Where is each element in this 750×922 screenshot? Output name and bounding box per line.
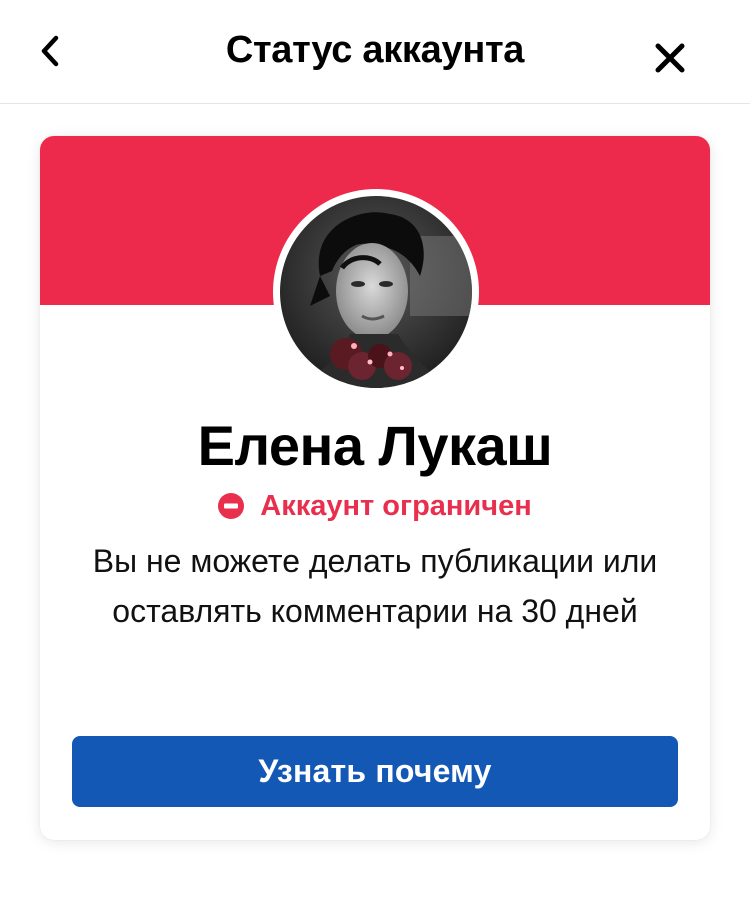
user-name: Елена Лукаш (197, 414, 553, 477)
close-button[interactable] (648, 36, 692, 80)
page-title: Статус аккаунта (225, 29, 525, 71)
restriction-description: Вы не можете делать публикации или остав… (92, 543, 658, 629)
status-text: Аккаунт ограничен (260, 490, 532, 522)
top-bar: Статус аккаунта (0, 0, 750, 104)
learn-why-button[interactable]: Узнать почему (72, 736, 678, 807)
avatar (273, 189, 479, 395)
account-status-card: Елена Лукаш Аккаунт ограничен Вы не може… (40, 136, 710, 840)
profile-photo (280, 196, 472, 388)
status-indicator: Аккаунт ограничен (40, 488, 710, 524)
close-icon (655, 43, 685, 73)
no-entry-icon (218, 493, 245, 519)
